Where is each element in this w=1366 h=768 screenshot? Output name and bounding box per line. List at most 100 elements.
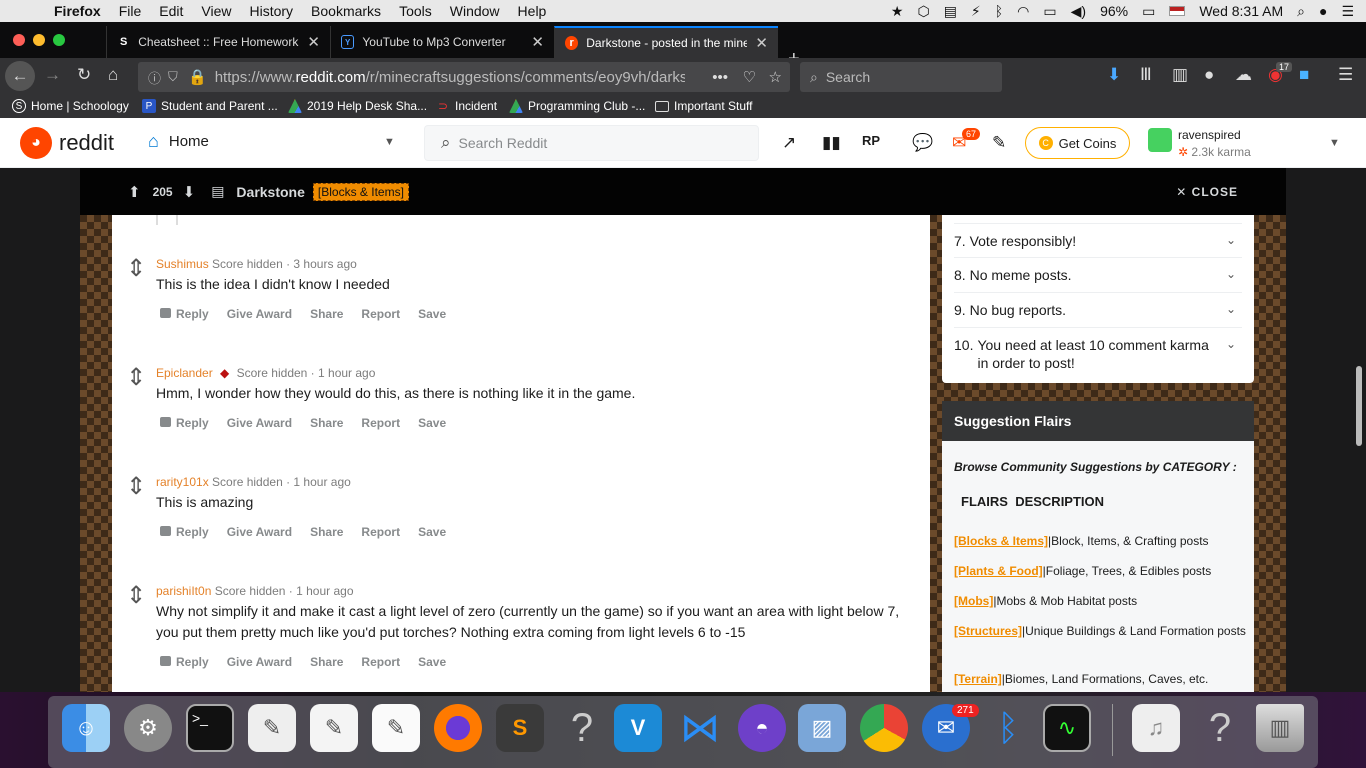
reply-button[interactable]: Reply	[160, 525, 209, 539]
back-icon[interactable]: ←	[5, 61, 35, 91]
page-actions-icon[interactable]: •••	[712, 69, 728, 86]
save-button[interactable]: Save	[418, 655, 446, 669]
menu-file[interactable]: File	[119, 3, 142, 19]
vote-arrows-icon[interactable]: ⇕	[126, 366, 146, 390]
give-award-button[interactable]: Give Award	[227, 416, 292, 430]
star-icon[interactable]: ★	[891, 3, 904, 20]
drive-icon[interactable]: ▤	[944, 3, 957, 20]
trash-icon[interactable]: ▥	[1256, 704, 1304, 752]
comment-time[interactable]: 1 hour ago	[296, 584, 353, 598]
home-icon[interactable]: ⌂	[108, 65, 118, 85]
save-button[interactable]: Save	[418, 525, 446, 539]
bluetooth-file-exchange-icon[interactable]: ᛒ	[984, 704, 1032, 752]
tab-close-icon[interactable]: ✕	[531, 33, 544, 51]
tab-cheatsheet[interactable]: S Cheatsheet :: Free Homework H ✕	[106, 26, 330, 58]
textedit-icon[interactable]: ✎	[310, 704, 358, 752]
bookmark-incident[interactable]: ⊃ Incident	[436, 99, 497, 113]
menu-help[interactable]: Help	[518, 3, 547, 19]
rpan-icon[interactable]: RP	[862, 133, 880, 148]
give-award-button[interactable]: Give Award	[227, 307, 292, 321]
report-button[interactable]: Report	[361, 525, 400, 539]
bookmark-student-parent[interactable]: P Student and Parent ...	[142, 99, 278, 113]
comment-author[interactable]: parishiIt0n	[156, 584, 211, 598]
reload-icon[interactable]: ↻	[77, 65, 91, 85]
vnc-viewer-icon[interactable]: V	[614, 704, 662, 752]
siri-icon[interactable]: ●	[1319, 3, 1327, 19]
terminal-icon[interactable]: >_	[186, 704, 234, 752]
reply-button[interactable]: Reply	[160, 307, 209, 321]
sublime-text-icon[interactable]: S	[496, 704, 544, 752]
post-title[interactable]: Darkstone	[236, 184, 304, 200]
menu-edit[interactable]: Edit	[159, 3, 183, 19]
bookmark-schoology[interactable]: S Home | Schoology	[12, 99, 129, 113]
clock[interactable]: Wed 8:31 AM	[1199, 3, 1283, 19]
minimize-window-icon[interactable]	[33, 34, 45, 46]
save-button[interactable]: Save	[418, 416, 446, 430]
box-icon[interactable]: ⬡	[917, 3, 929, 20]
reddit-search-input[interactable]: ⌕ Search Reddit	[424, 125, 759, 161]
firefox-icon[interactable]	[434, 704, 482, 752]
flag-icon[interactable]	[1169, 6, 1186, 16]
activity-monitor-icon[interactable]: ∿	[1043, 704, 1091, 752]
bookmark-star-icon[interactable]: ☆	[769, 68, 782, 86]
vote-arrows-icon[interactable]: ⇕	[126, 257, 146, 281]
library-icon[interactable]: Ⅲ	[1140, 65, 1152, 85]
tab-close-icon[interactable]: ✕	[755, 34, 768, 52]
menu-history[interactable]: History	[249, 3, 293, 19]
page-scrollbar[interactable]	[1356, 366, 1362, 446]
extension-blue-icon[interactable]: ■	[1299, 65, 1309, 85]
comment-author[interactable]: rarity101x	[156, 475, 209, 489]
save-button[interactable]: Save	[418, 307, 446, 321]
extension-icon[interactable]: ☁	[1235, 65, 1252, 85]
comment-time[interactable]: 1 hour ago	[293, 475, 350, 489]
bookmark-help-desk[interactable]: 2019 Help Desk Sha...	[288, 99, 427, 113]
reply-button[interactable]: Reply	[160, 416, 209, 430]
account-icon[interactable]: ●	[1204, 65, 1214, 85]
finder-icon[interactable]: ☺	[62, 704, 110, 752]
info-icon[interactable]: ⓘ	[148, 68, 161, 87]
rule-item[interactable]: 10. You need at least 10 comment karma i…	[954, 328, 1242, 378]
preview-icon[interactable]: ▨	[798, 704, 846, 752]
volume-icon[interactable]: ◀)	[1071, 3, 1086, 20]
bluetooth-icon[interactable]: ᛒ	[995, 3, 1003, 19]
forward-icon[interactable]: →	[44, 65, 61, 85]
create-post-pencil-icon[interactable]: ✎	[992, 133, 1006, 153]
comment-time[interactable]: 1 hour ago	[318, 366, 375, 380]
rule-item[interactable]: 9. No bug reports. ⌄	[954, 293, 1242, 328]
vote-arrows-icon[interactable]: ⇕	[126, 584, 146, 608]
vscode-icon[interactable]: ⋈	[676, 704, 724, 752]
give-award-button[interactable]: Give Award	[227, 525, 292, 539]
textedit-doc-icon[interactable]: ✎	[372, 704, 420, 752]
battery-label[interactable]: 96%	[1100, 3, 1128, 19]
browser-search-bar[interactable]: ⌕ Search	[800, 62, 1002, 92]
all-stats-icon[interactable]: ▮▮	[822, 133, 841, 153]
menu-window[interactable]: Window	[450, 3, 500, 19]
give-award-button[interactable]: Give Award	[227, 655, 292, 669]
home-dropdown[interactable]: ⌂ Home ▼	[148, 131, 395, 152]
user-dropdown[interactable]: ravenspired ✲ 2.3k karma	[1148, 128, 1251, 159]
notification-center-icon[interactable]: ☰	[1341, 3, 1354, 20]
flair-link[interactable]: [Structures]	[954, 624, 1022, 638]
flair-link[interactable]: [Terrain]	[954, 672, 1002, 686]
vote-arrows-icon[interactable]: ⇕	[126, 475, 146, 499]
reddit-wordmark[interactable]: reddit	[59, 130, 114, 156]
menu-app-name[interactable]: Firefox	[54, 3, 101, 19]
unknown-document-icon[interactable]: ?	[1196, 704, 1244, 752]
report-button[interactable]: Report	[361, 416, 400, 430]
rule-item[interactable]: 8. No meme posts. ⌄	[954, 258, 1242, 293]
tab-darkstone[interactable]: r Darkstone - posted in the minec ✕	[554, 26, 778, 58]
user-chevron-down-icon[interactable]: ▼	[1329, 137, 1340, 149]
bolt-icon[interactable]: ⚡	[971, 3, 981, 20]
comment-author[interactable]: Epiclander	[156, 366, 213, 380]
url-text[interactable]: https://www.reddit.com/r/minecraftsugges…	[215, 69, 685, 86]
upvote-icon[interactable]: ⬆	[128, 183, 141, 201]
downvote-icon[interactable]: ⬇	[183, 183, 196, 201]
popular-trending-icon[interactable]: ↗	[782, 133, 796, 153]
close-post-button[interactable]: ✕ CLOSE	[1176, 185, 1238, 199]
flair-link[interactable]: [Mobs]	[954, 594, 993, 608]
system-preferences-icon[interactable]: ⚙	[124, 704, 172, 752]
flair-link[interactable]: [Blocks & Items]	[954, 534, 1048, 548]
unknown-app-icon[interactable]: ?	[558, 704, 606, 752]
get-coins-button[interactable]: C Get Coins	[1025, 127, 1130, 159]
tracking-shield-icon[interactable]: ⛉	[168, 69, 178, 85]
